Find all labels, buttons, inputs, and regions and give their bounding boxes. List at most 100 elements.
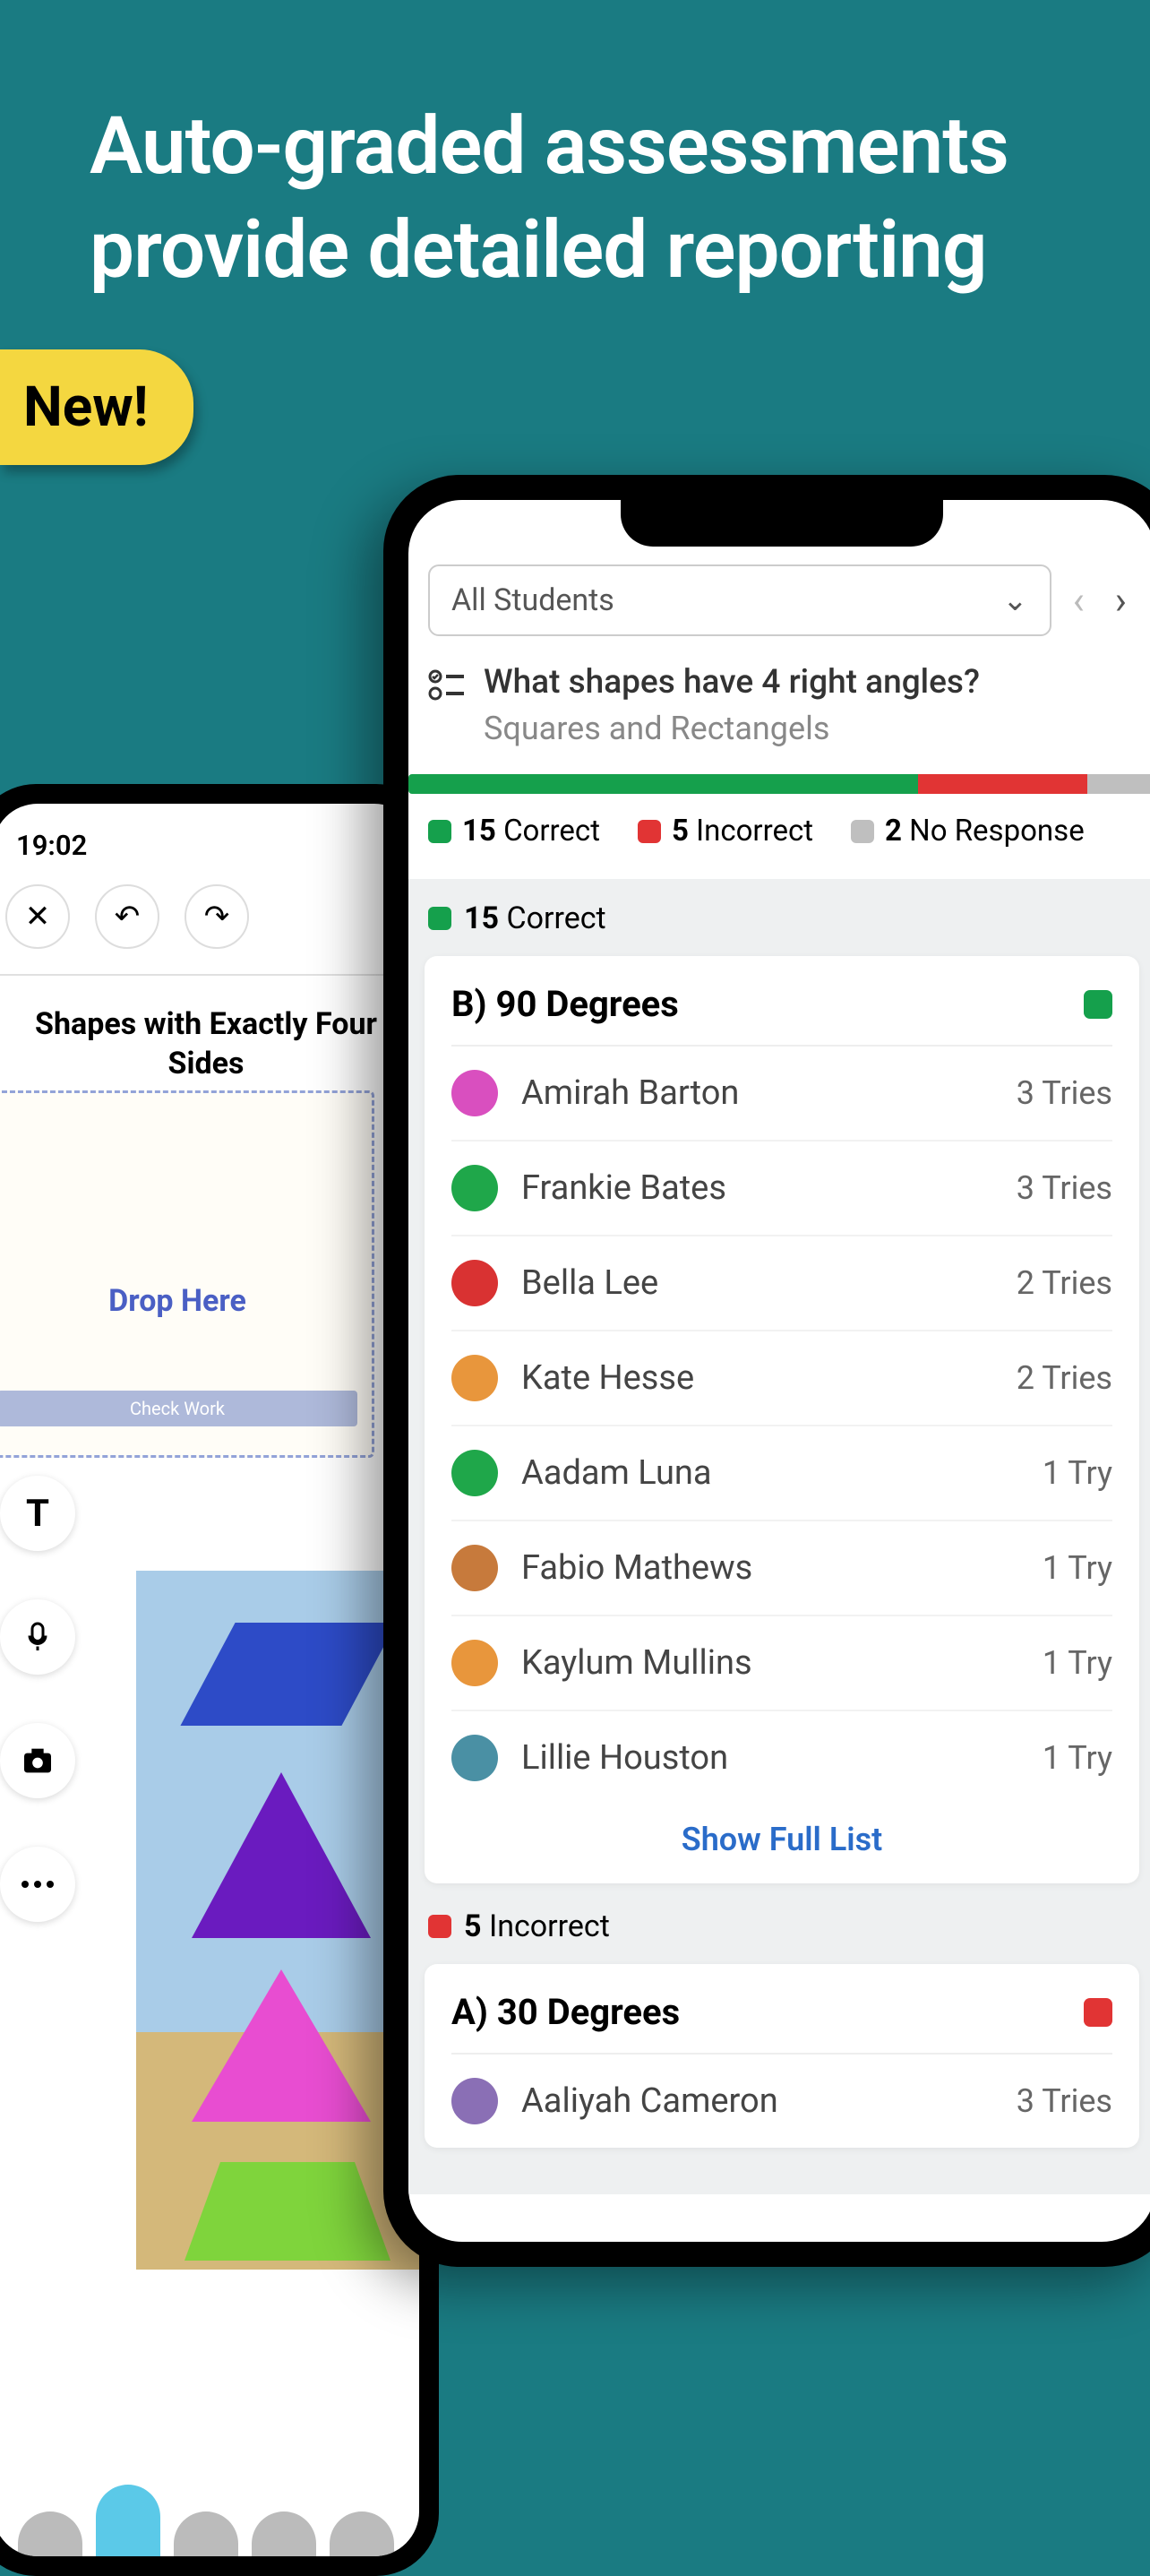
- parallelogram-shape[interactable]: [180, 1623, 396, 1726]
- student-screen: 19:02 ✕ ↶ ↷ Shapes with Exactly Four Sid…: [0, 804, 419, 2556]
- student-row[interactable]: Kate Hesse 2 Tries: [451, 1331, 1112, 1426]
- chevron-down-icon: ⌄: [1002, 582, 1028, 618]
- student-row[interactable]: Bella Lee 2 Tries: [451, 1236, 1112, 1331]
- drop-zone[interactable]: Drop Here Check Work: [0, 1090, 374, 1458]
- incorrect-card: A) 30 Degrees Aaliyah Cameron3 Tries: [425, 1964, 1139, 2148]
- question-text: What shapes have 4 right angles?: [484, 663, 989, 702]
- student-name: Frankie Bates: [521, 1168, 993, 1208]
- card-header: B) 90 Degrees: [451, 956, 1112, 1047]
- avatar: [451, 1640, 498, 1686]
- redo-button[interactable]: ↷: [185, 884, 249, 949]
- progress-incorrect: [918, 774, 1088, 794]
- status-time: 19:02: [16, 829, 87, 862]
- camera-tool[interactable]: [0, 1723, 75, 1798]
- square-icon: [851, 820, 874, 843]
- avatar: [451, 1355, 498, 1401]
- show-full-list-link[interactable]: Show Full List: [451, 1805, 1112, 1883]
- student-name: Lillie Houston: [521, 1738, 1019, 1778]
- text-tool[interactable]: T: [0, 1476, 75, 1551]
- new-badge: New!: [0, 349, 193, 465]
- avatar: [451, 1070, 498, 1116]
- correct-card: B) 90 Degrees Amirah Barton3 TriesFranki…: [425, 956, 1139, 1883]
- pencil-tool[interactable]: [18, 2511, 82, 2556]
- avatar: [451, 1165, 498, 1211]
- try-count: 1 Try: [1043, 1549, 1112, 1587]
- assignment-title: Shapes with Exactly Four Sides: [11, 1004, 401, 1083]
- side-tools: T: [0, 1476, 75, 1922]
- highlighter-tool[interactable]: [174, 2511, 238, 2556]
- try-count: 3 Tries: [1017, 2082, 1112, 2120]
- more-icon: [20, 1879, 56, 1890]
- report-header: All Students ⌄ ‹ ›: [428, 564, 1136, 636]
- prev-button[interactable]: ‹: [1064, 577, 1094, 624]
- hero-title: Auto-graded assessments provide detailed…: [90, 94, 1069, 301]
- student-name: Aadam Luna: [521, 1453, 1019, 1493]
- square-icon: [428, 820, 451, 843]
- try-count: 1 Try: [1043, 1739, 1112, 1777]
- avatar: [451, 2078, 498, 2124]
- undo-button[interactable]: ↶: [95, 884, 159, 949]
- avatar: [451, 1450, 498, 1496]
- card-header: A) 30 Degrees: [451, 1964, 1112, 2055]
- microphone-icon: [21, 1621, 54, 1653]
- dropdown-label: All Students: [451, 582, 614, 618]
- spray-tool[interactable]: [252, 2511, 316, 2556]
- progress-bar: [408, 774, 1150, 794]
- progress-correct: [408, 774, 918, 794]
- student-row[interactable]: Kaylum Mullins1 Try: [451, 1616, 1112, 1711]
- try-count: 3 Tries: [1017, 1074, 1112, 1112]
- student-row[interactable]: Aaliyah Cameron3 Tries: [451, 2055, 1112, 2148]
- student-row[interactable]: Lillie Houston 1 Try: [451, 1711, 1112, 1805]
- canvas[interactable]: [136, 1571, 419, 2270]
- report-screen: All Students ⌄ ‹ › What shapes have 4 ri…: [408, 500, 1150, 2242]
- phone-back: 19:02 ✕ ↶ ↷ Shapes with Exactly Four Sid…: [0, 784, 439, 2576]
- check-work-button[interactable]: Check Work: [0, 1391, 357, 1426]
- answer-option-label: B) 90 Degrees: [451, 983, 679, 1025]
- try-count: 1 Try: [1043, 1454, 1112, 1492]
- pen-tools: [0, 2458, 419, 2556]
- more-tool[interactable]: [0, 1847, 75, 1922]
- square-icon: [428, 1915, 451, 1938]
- status-square: [1084, 990, 1112, 1019]
- answer-option-label: A) 30 Degrees: [451, 1991, 680, 2033]
- incorrect-section-header: 5 Incorrect: [428, 1908, 1136, 1944]
- avatar: [451, 1545, 498, 1591]
- drop-label: Drop Here: [108, 1283, 246, 1319]
- avatar: [451, 1260, 498, 1306]
- student-name: Kate Hesse: [521, 1358, 993, 1398]
- student-row[interactable]: Amirah Barton 3 Tries: [451, 1047, 1112, 1142]
- student-row[interactable]: Frankie Bates 3 Tries: [451, 1142, 1112, 1236]
- correct-section-header: 15 Correct: [428, 900, 1136, 936]
- student-name: Kaylum Mullins: [521, 1643, 1019, 1683]
- legend-noresponse: 2 No Response: [851, 814, 1085, 849]
- square-icon: [638, 820, 661, 843]
- edit-toolbar: ✕ ↶ ↷: [5, 884, 249, 949]
- avatar: [451, 1735, 498, 1781]
- divider: [0, 974, 419, 976]
- legend-incorrect: 5 Incorrect: [638, 814, 813, 849]
- checklist-icon: [428, 663, 464, 702]
- student-filter-dropdown[interactable]: All Students ⌄: [428, 564, 1051, 636]
- camera-icon: [20, 1743, 56, 1779]
- eraser-tool[interactable]: [330, 2511, 394, 2556]
- trapezoid-shape[interactable]: [185, 2162, 390, 2261]
- student-name: Fabio Mathews: [521, 1548, 1019, 1588]
- student-row[interactable]: Aadam Luna 1 Try: [451, 1426, 1112, 1521]
- try-count: 2 Tries: [1017, 1264, 1112, 1302]
- try-count: 3 Tries: [1017, 1169, 1112, 1207]
- square-icon: [428, 907, 451, 930]
- question-row: What shapes have 4 right angles?: [428, 663, 1136, 702]
- next-button[interactable]: ›: [1106, 577, 1136, 624]
- student-row[interactable]: Fabio Mathews 1 Try: [451, 1521, 1112, 1616]
- student-name: Amirah Barton: [521, 1073, 993, 1113]
- mic-tool[interactable]: [0, 1599, 75, 1675]
- close-button[interactable]: ✕: [5, 884, 70, 949]
- student-name: Bella Lee: [521, 1263, 993, 1303]
- triangle-shape-pink[interactable]: [192, 1969, 371, 2122]
- triangle-shape-purple[interactable]: [192, 1772, 371, 1938]
- correct-answer: Squares and Rectangels: [484, 710, 1136, 747]
- progress-noresponse: [1087, 774, 1150, 794]
- try-count: 2 Tries: [1017, 1359, 1112, 1397]
- pen-tool[interactable]: [96, 2485, 160, 2556]
- legend-correct: 15 Correct: [428, 814, 600, 849]
